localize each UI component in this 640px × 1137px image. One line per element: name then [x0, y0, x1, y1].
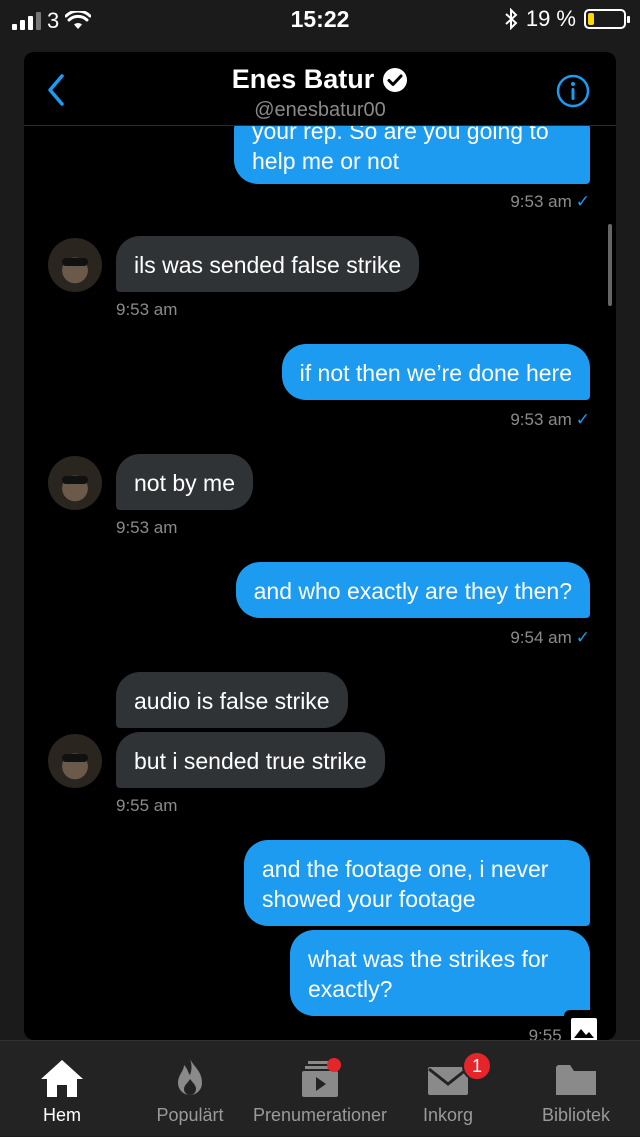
notification-badge: 1 — [462, 1051, 492, 1081]
message-bubble-sent[interactable]: what was the strikes for exactly? — [290, 930, 590, 1016]
message-bubble-sent[interactable]: and who exactly are they then? — [235, 562, 590, 618]
status-bar: 3 15:22 19 % — [0, 0, 640, 40]
bottom-tab-bar: Hem Populärt Prenumerationer 1 Inkorg Bi… — [0, 1040, 640, 1136]
scrollbar[interactable] — [608, 224, 612, 306]
avatar[interactable] — [48, 238, 102, 292]
message-timestamp: 9:55 am — [116, 796, 178, 815]
message-timestamp: 9:53 am — [116, 300, 178, 319]
message-bubble-received[interactable]: ils was sended false strike — [116, 236, 420, 292]
message-list[interactable]: your rep. So are you going to help me or… — [24, 52, 616, 1040]
chat-card: your rep. So are you going to help me or… — [24, 52, 616, 1040]
message-bubble-sent[interactable]: and the footage one, i never showed your… — [244, 840, 590, 926]
bluetooth-icon — [505, 8, 518, 30]
message-timestamp: 9:53 am ✓ — [510, 410, 590, 429]
contact-name: Enes Batur — [231, 64, 375, 94]
tab-subscriptions[interactable]: Prenumerationer — [250, 1041, 390, 1137]
battery-icon — [584, 9, 630, 29]
tab-popular[interactable]: Populärt — [142, 1041, 238, 1137]
info-icon — [556, 74, 590, 108]
message-bubble-sent[interactable]: if not then we’re done here — [281, 344, 590, 400]
message-timestamp: 9:53 am — [116, 518, 178, 537]
subscriptions-icon — [302, 1058, 341, 1097]
message-bubble-received[interactable]: not by me — [116, 454, 253, 510]
tab-library[interactable]: Bibliotek — [528, 1041, 624, 1137]
image-icon — [571, 1018, 597, 1040]
message-timestamp: 9:53 am ✓ — [510, 192, 590, 211]
tab-inbox[interactable]: 1 Inkorg — [400, 1041, 496, 1137]
flame-icon — [178, 1059, 202, 1095]
folder-icon — [556, 1065, 596, 1095]
battery-percent: 19 % — [525, 6, 576, 31]
add-photo-button[interactable] — [564, 1010, 604, 1040]
message-bubble-received[interactable]: but i sended true strike — [116, 732, 385, 788]
message-bubble-received[interactable]: audio is false strike — [116, 672, 348, 728]
message-timestamp: 9:54 am ✓ — [510, 628, 590, 647]
contact-handle: @enesbatur00 — [254, 99, 386, 121]
conversation-header: Enes Batur @enesbatur00 — [24, 52, 616, 126]
info-button[interactable] — [556, 74, 590, 108]
avatar[interactable] — [48, 734, 102, 788]
avatar[interactable] — [48, 456, 102, 510]
home-icon — [41, 1060, 83, 1097]
verified-badge-icon — [383, 67, 408, 92]
tab-home[interactable]: Hem — [14, 1041, 110, 1137]
